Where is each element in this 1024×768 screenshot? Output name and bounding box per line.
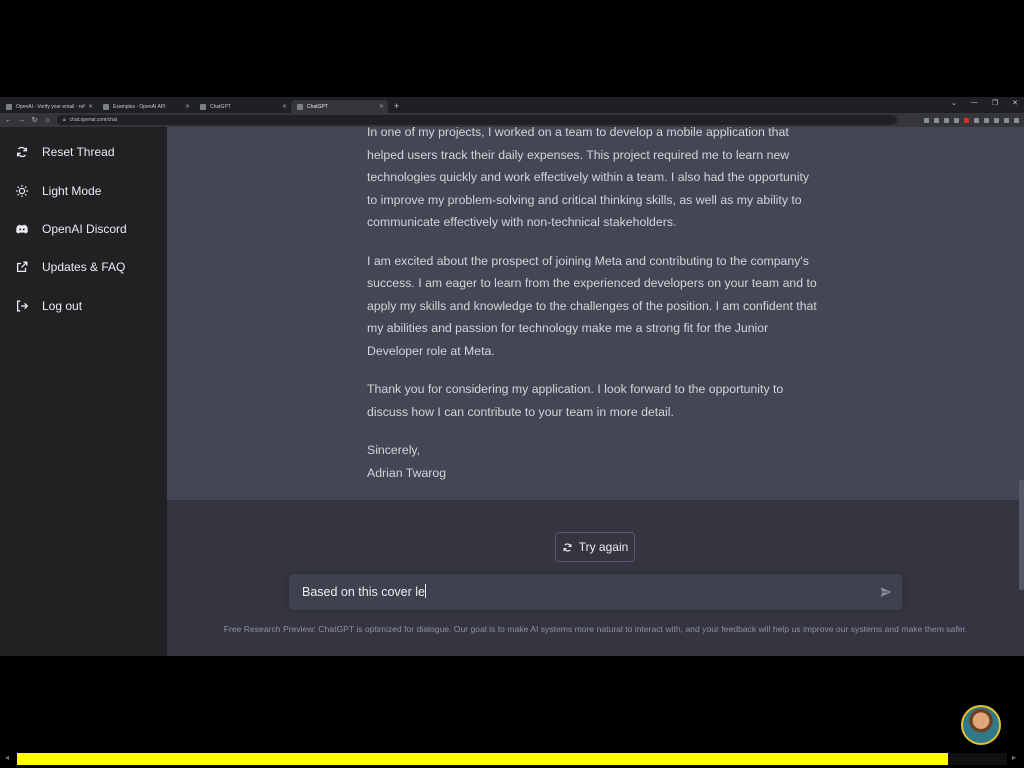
zoom-icon[interactable] <box>924 117 929 123</box>
back-arrow-icon[interactable]: ← <box>5 117 12 124</box>
share-icon[interactable] <box>934 117 939 123</box>
research-preview-disclaimer: Free Research Preview: ChatGPT is optimi… <box>223 624 968 634</box>
message-paragraph: Thank you for considering my application… <box>367 382 784 419</box>
presenter-avatar <box>961 705 1001 745</box>
sidebar-item-label: Light Mode <box>42 184 102 198</box>
assistant-message: In one of my projects, I worked on a tea… <box>167 125 1024 500</box>
sidebar-item-light-mode[interactable]: Light Mode <box>15 181 101 201</box>
message-paragraph: In one of my projects, I worked on a tea… <box>367 125 810 229</box>
sidebar-item-label: Log out <box>42 299 83 313</box>
tab-title: ChatGPT <box>210 103 231 110</box>
browser-tab[interactable]: OpenAI - Verify your email - ref ✕ <box>0 100 97 113</box>
sidebar-item-label: Updates & FAQ <box>42 260 126 274</box>
tab-close-icon[interactable]: ✕ <box>282 103 287 110</box>
sun-icon <box>15 184 29 198</box>
browser-tab[interactable]: ChatGPT ✕ <box>194 100 291 113</box>
browser-tab-strip: OpenAI - Verify your email - ref ✕ Examp… <box>0 97 1024 113</box>
new-tab-button[interactable]: + <box>394 100 399 113</box>
sidebar-item-label: OpenAI Discord <box>42 222 127 236</box>
sidebar: Reset Thread Light Mode OpenAI Discord U… <box>0 127 167 656</box>
tab-close-icon[interactable]: ✕ <box>185 103 190 110</box>
tab-favicon-icon <box>103 103 109 110</box>
lock-icon: 🔒︎ <box>63 117 66 123</box>
tab-search-icon[interactable]: ⌄ <box>951 99 957 107</box>
extension-icon[interactable] <box>984 117 989 123</box>
sidebar-item-reset-thread[interactable]: Reset Thread <box>15 142 115 162</box>
sidebar-item-log-out[interactable]: Log out <box>15 296 82 316</box>
tab-title: Examples - OpenAI API <box>113 103 166 110</box>
profile-icon[interactable] <box>1004 117 1009 123</box>
bookmark-star-icon[interactable] <box>944 117 949 123</box>
maximize-icon[interactable]: ❐ <box>992 99 998 107</box>
scroll-left-icon[interactable]: ◂ <box>5 753 9 762</box>
tab-favicon-icon <box>200 103 206 110</box>
refresh-icon <box>563 542 572 552</box>
try-again-label: Try again <box>578 540 629 554</box>
tab-close-icon[interactable]: ✕ <box>379 103 384 110</box>
tab-title: OpenAI - Verify your email - ref <box>16 103 85 110</box>
extension-icons <box>924 117 1019 123</box>
close-window-icon[interactable]: ✕ <box>1012 99 1018 107</box>
browser-tab-active[interactable]: ChatGPT ✕ <box>291 100 388 113</box>
chat-main: In one of my projects, I worked on a tea… <box>167 125 1024 656</box>
try-again-button[interactable]: Try again <box>555 532 635 562</box>
message-paragraph: I am excited about the prospect of joini… <box>367 253 817 358</box>
sidebar-item-updates-faq[interactable]: Updates & FAQ <box>15 257 125 277</box>
assistant-message-text: In one of my projects, I worked on a tea… <box>367 121 817 484</box>
chat-scrollbar[interactable] <box>1019 480 1024 590</box>
sidebar-toggle-icon[interactable] <box>994 117 999 123</box>
logout-icon <box>16 300 29 312</box>
extension-icon[interactable] <box>974 117 979 123</box>
address-url: chat.openai.com/chat <box>69 117 118 123</box>
browser-tab[interactable]: Examples - OpenAI API ✕ <box>97 100 194 113</box>
refresh-icon <box>16 146 28 158</box>
scroll-right-icon[interactable]: ▸ <box>1012 753 1016 762</box>
extension-icon[interactable] <box>964 117 969 123</box>
home-icon[interactable]: ⌂ <box>44 117 51 124</box>
menu-dots-icon[interactable] <box>1014 117 1019 123</box>
text-caret <box>425 584 426 598</box>
send-icon[interactable] <box>879 585 893 599</box>
prompt-input[interactable]: Based on this cover le <box>289 574 902 610</box>
minimize-icon[interactable]: — <box>971 99 978 107</box>
external-link-icon <box>16 261 28 273</box>
discord-icon <box>16 224 28 234</box>
extension-icon[interactable] <box>954 117 959 123</box>
prompt-value: Based on this cover le <box>302 585 425 599</box>
tab-close-icon[interactable]: ✕ <box>88 103 93 110</box>
tab-favicon-icon <box>297 103 303 110</box>
signature-line: Adrian Twarog <box>367 465 447 480</box>
closing-line: Sincerely, <box>367 443 421 457</box>
forward-arrow-icon[interactable]: → <box>18 117 25 124</box>
reload-icon[interactable]: ↻ <box>31 116 38 124</box>
tab-favicon-icon <box>6 103 12 110</box>
prompt-input-text: Based on this cover le <box>302 584 426 599</box>
video-progress-bar[interactable] <box>17 753 948 765</box>
window-controls: ⌄ — ❐ ✕ <box>951 99 1018 107</box>
screen-recording-frame: OpenAI - Verify your email - ref ✕ Examp… <box>0 97 1024 656</box>
sidebar-item-openai-discord[interactable]: OpenAI Discord <box>15 219 127 239</box>
sidebar-item-label: Reset Thread <box>42 145 115 159</box>
tab-title: ChatGPT <box>307 103 328 110</box>
